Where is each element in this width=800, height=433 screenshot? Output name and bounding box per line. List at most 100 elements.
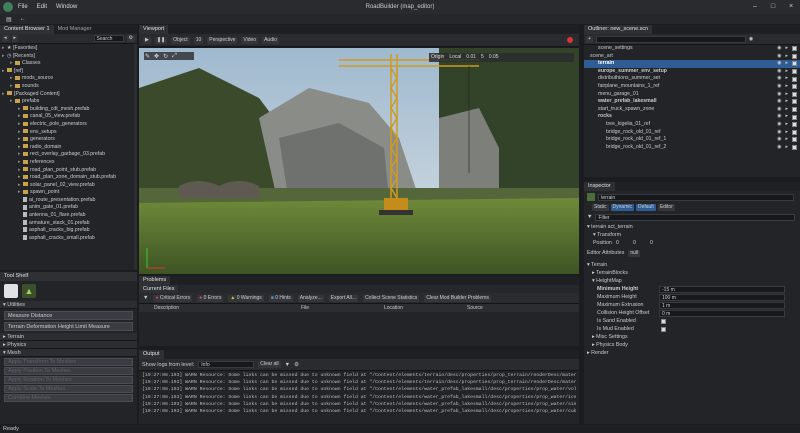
move-tool-icon[interactable]: ✥: [154, 53, 159, 60]
tree-item[interactable]: ▸ road_plan_zone_domain_stub.prefab: [2, 174, 135, 182]
viewport-3d[interactable]: ✎ ✥ ↻ ⤢ Origin Local 0.01 5 0.05: [139, 48, 579, 274]
heightmap-group[interactable]: ▾ HeightMap: [587, 277, 797, 285]
tree-item[interactable]: ▸ solar_panel_02_view.prefab: [2, 182, 135, 190]
outliner-item[interactable]: water_prefab_lakesmall ◉ ▸: [584, 98, 800, 106]
content-scrollbar[interactable]: [134, 44, 137, 270]
pointer-icon[interactable]: ▸: [785, 60, 788, 68]
tree-item[interactable]: ▸ [ref]: [2, 68, 135, 76]
position-y[interactable]: 0: [633, 239, 647, 247]
mud-enabled-checkbox[interactable]: [661, 326, 666, 332]
pointer-icon[interactable]: ▸: [785, 136, 788, 144]
enable-checkbox[interactable]: [792, 129, 797, 135]
warnings-filter[interactable]: ▲ 0 Warnings: [228, 294, 264, 302]
tree-item[interactable]: ▸ electric_pole_generators: [2, 121, 135, 129]
pointer-icon[interactable]: ▸: [785, 83, 788, 91]
errors-filter[interactable]: ● 0 Errors: [197, 294, 224, 302]
select-tool-icon[interactable]: ✎: [145, 53, 150, 60]
misc-settings-group[interactable]: ▸ Misc Settings: [587, 333, 797, 341]
outliner-item[interactable]: bridge_rock_old_01_ref_2 ◉ ▸: [584, 144, 800, 152]
terrain-section[interactable]: ▸ Terrain: [0, 333, 137, 341]
clear-all-button[interactable]: Clear all: [258, 361, 281, 368]
tab-content-browser[interactable]: Content Browser 1: [0, 25, 54, 34]
log-level-select[interactable]: Info: [198, 361, 255, 368]
filter-icon[interactable]: ▼: [143, 295, 148, 301]
mesh-tool-button[interactable]: Apply Transform To Meshes: [4, 358, 133, 366]
menu-file[interactable]: File: [18, 4, 28, 10]
eye-icon[interactable]: ◉: [777, 45, 781, 53]
col-source[interactable]: Source: [467, 305, 483, 311]
outliner-item[interactable]: bridge_rock_old_01_ref_1 ◉ ▸: [584, 136, 800, 144]
eye-icon[interactable]: ◉: [777, 53, 781, 61]
position-z[interactable]: 0: [650, 239, 664, 247]
back-icon[interactable]: ◂: [2, 35, 9, 42]
clear-problems-button[interactable]: Clear Mod Builder Problems: [424, 294, 491, 302]
tree-item[interactable]: ▸ ◷ [Recents]: [2, 53, 135, 61]
tree-item[interactable]: ▸ spawn_point: [2, 189, 135, 197]
folder-icon[interactable]: ▤: [6, 16, 12, 23]
critical-errors-filter[interactable]: ● Critical Errors: [153, 294, 193, 302]
utilities-section[interactable]: ▾ Utilities: [0, 301, 137, 309]
tree-item[interactable]: ▸ prefabs: [2, 98, 135, 106]
outliner-item[interactable]: distributhions_summer_set ◉ ▸: [584, 75, 800, 83]
property-value-input[interactable]: 100 m: [659, 293, 785, 301]
tree-item[interactable]: ▸ Classes: [2, 60, 135, 68]
enable-checkbox[interactable]: [792, 99, 797, 105]
enable-checkbox[interactable]: [792, 76, 797, 82]
enable-checkbox[interactable]: [792, 107, 797, 113]
eye-icon[interactable]: ◉: [777, 83, 781, 91]
enable-checkbox[interactable]: [792, 69, 797, 75]
object-dropdown[interactable]: Object: [171, 36, 190, 44]
pointer-icon[interactable]: ▸: [785, 45, 788, 53]
outliner-item[interactable]: scene_settings ◉ ▸: [584, 45, 800, 53]
tab-problems[interactable]: Problems: [139, 276, 171, 285]
video-dropdown[interactable]: Video: [241, 36, 259, 44]
position-x[interactable]: 0: [616, 239, 630, 247]
property-value-input[interactable]: 1 m: [659, 301, 785, 309]
grid-dropdown[interactable]: 10: [193, 36, 204, 44]
eye-icon[interactable]: ◉: [777, 60, 781, 68]
filter-input[interactable]: Filter: [595, 213, 796, 221]
terrain-group[interactable]: ▾ Terrain: [587, 261, 797, 269]
tab-dynamic[interactable]: Dynamic: [610, 204, 634, 211]
maximize-icon[interactable]: □: [764, 0, 782, 14]
forward-icon[interactable]: ▸: [11, 35, 19, 42]
tab-mod-manager[interactable]: Mod Manager: [53, 25, 96, 34]
menu-window[interactable]: Window: [56, 4, 77, 10]
tree-item[interactable]: ▸ radio_domain: [2, 144, 135, 152]
sand-enabled-checkbox[interactable]: [661, 318, 666, 324]
eye-icon[interactable]: ◉: [777, 106, 781, 114]
tree-item[interactable]: ▸ references: [2, 159, 135, 167]
outliner-item[interactable]: tree_kigelia_01_ref ◉ ▸: [584, 121, 800, 129]
tab-current-files[interactable]: Current Files: [139, 285, 179, 293]
tree-item[interactable]: ▸ sounds: [2, 83, 135, 91]
box-tool-icon[interactable]: [4, 284, 18, 298]
pointer-icon[interactable]: ▸: [785, 121, 788, 129]
col-file[interactable]: File: [301, 305, 384, 311]
measure-distance-button[interactable]: Measure Distance: [4, 311, 133, 320]
mesh-tool-button[interactable]: Apply Position To Meshes: [4, 367, 133, 375]
hints-filter[interactable]: ■ 0 Hints: [268, 294, 293, 302]
outliner-item[interactable]: bridge_rock_old_01_ref ◉ ▸: [584, 129, 800, 137]
tree-item[interactable]: ▸ ★ [Favorites]: [2, 45, 135, 53]
outliner-item[interactable]: fairplane_mountains_1_ref ◉ ▸: [584, 83, 800, 91]
tab-static[interactable]: Static: [592, 204, 609, 211]
play-icon[interactable]: ▶: [143, 36, 151, 44]
scale-snap-value[interactable]: 0.05: [489, 54, 499, 60]
angle-snap-value[interactable]: 5: [481, 54, 484, 60]
search-input[interactable]: Search: [93, 35, 124, 42]
close-icon[interactable]: ×: [782, 0, 800, 14]
object-name-input[interactable]: terrain: [598, 193, 794, 201]
eye-icon[interactable]: ◉: [777, 121, 781, 129]
property-value-input[interactable]: 0 m: [659, 309, 785, 317]
gear-icon[interactable]: ⚙: [126, 35, 135, 42]
outliner-item[interactable]: menu_garage_01 ◉ ▸: [584, 91, 800, 99]
local-toggle[interactable]: Local: [449, 54, 461, 60]
filter-icon[interactable]: ▼: [285, 362, 290, 368]
col-location[interactable]: Location: [384, 305, 467, 311]
tab-editor[interactable]: Editor: [657, 204, 675, 211]
physics-section[interactable]: ▸ Physics: [0, 341, 137, 349]
outliner-item[interactable]: scene_art ◉ ▸: [584, 53, 800, 61]
origin-toggle[interactable]: Origin: [431, 54, 444, 60]
col-description[interactable]: Description: [154, 305, 301, 311]
eye-icon[interactable]: ◉: [777, 98, 781, 106]
